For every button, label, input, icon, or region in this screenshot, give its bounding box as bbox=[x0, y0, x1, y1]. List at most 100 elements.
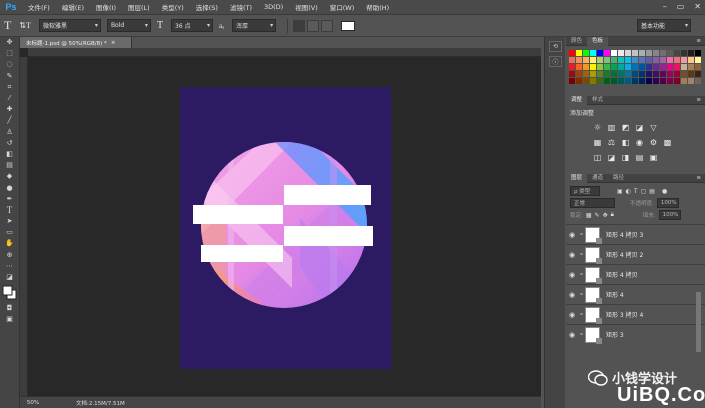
minimize-icon[interactable]: – bbox=[663, 2, 667, 11]
color-swatch[interactable] bbox=[639, 64, 645, 70]
zoom-level[interactable]: 50% bbox=[20, 400, 46, 406]
color-swatch[interactable] bbox=[695, 50, 701, 56]
zoom-tool-icon[interactable]: ⊕ bbox=[0, 250, 19, 261]
eye-icon[interactable]: ◉ bbox=[566, 311, 578, 319]
gradient-tool-icon[interactable]: ▤ bbox=[0, 160, 19, 171]
type-tool-icon[interactable]: T bbox=[4, 18, 11, 33]
panel-menu-icon[interactable]: ≡ bbox=[696, 38, 701, 44]
color-swatch[interactable] bbox=[604, 78, 610, 84]
close-icon[interactable]: × bbox=[111, 40, 116, 46]
color-swatch[interactable] bbox=[660, 64, 666, 70]
color-swatch[interactable] bbox=[681, 71, 687, 77]
color-swatch[interactable] bbox=[688, 78, 694, 84]
eyedropper-tool-icon[interactable]: ⁄ bbox=[0, 93, 19, 104]
tab-layers[interactable]: 图层 bbox=[566, 173, 588, 183]
eye-icon[interactable]: ◉ bbox=[566, 291, 578, 299]
lock-all-icon[interactable]: 🔒︎ bbox=[611, 211, 614, 219]
color-swatch[interactable] bbox=[653, 71, 659, 77]
quick-mask-icon[interactable]: ◘ bbox=[0, 303, 19, 314]
text-orientation-icon[interactable]: ⇅T bbox=[19, 21, 31, 30]
color-swatch[interactable] bbox=[576, 71, 582, 77]
color-swatch[interactable] bbox=[695, 71, 701, 77]
path-selection-tool-icon[interactable]: ➤ bbox=[0, 216, 19, 227]
menu-layer[interactable]: 图层(L) bbox=[122, 2, 156, 12]
eraser-tool-icon[interactable]: ◧ bbox=[0, 149, 19, 160]
color-swatch[interactable] bbox=[688, 71, 694, 77]
close-icon[interactable]: ✕ bbox=[694, 2, 701, 11]
color-swatch[interactable] bbox=[639, 57, 645, 63]
color-swatch[interactable] bbox=[632, 71, 638, 77]
color-swatch[interactable] bbox=[660, 57, 666, 63]
lock-paint-icon[interactable]: ✎ bbox=[595, 212, 600, 219]
color-swatch[interactable] bbox=[576, 78, 582, 84]
color-swatch[interactable] bbox=[625, 64, 631, 70]
color-swatch[interactable] bbox=[653, 78, 659, 84]
color-swatch[interactable] bbox=[611, 57, 617, 63]
posterize-icon[interactable]: ◪ bbox=[607, 153, 616, 162]
color-swatch[interactable] bbox=[618, 78, 624, 84]
color-swatch[interactable] bbox=[639, 78, 645, 84]
black-white-icon[interactable]: ◧ bbox=[621, 138, 630, 147]
color-swatch[interactable] bbox=[625, 57, 631, 63]
photo-filter-icon[interactable]: ◉ bbox=[635, 138, 644, 147]
color-swatch[interactable] bbox=[632, 57, 638, 63]
color-swatch[interactable] bbox=[653, 64, 659, 70]
layer-row[interactable]: ◉ ⌗ 矩形 4 拷贝 bbox=[566, 264, 705, 284]
color-swatch[interactable] bbox=[569, 64, 575, 70]
blend-mode-select[interactable]: 正常 bbox=[570, 198, 615, 208]
color-swatch[interactable] bbox=[681, 64, 687, 70]
filter-smart-icon[interactable]: ▤ bbox=[649, 188, 655, 195]
eye-icon[interactable]: ◉ bbox=[566, 231, 578, 239]
lock-pixels-icon[interactable]: ▦ bbox=[586, 212, 592, 219]
font-size-select[interactable]: 36 点 ▾ bbox=[171, 19, 214, 32]
color-swatch[interactable] bbox=[611, 50, 617, 56]
color-swatch[interactable] bbox=[695, 78, 701, 84]
color-swatch[interactable] bbox=[667, 78, 673, 84]
color-swatch[interactable] bbox=[590, 78, 596, 84]
color-swatch[interactable] bbox=[646, 71, 652, 77]
color-swatch[interactable] bbox=[667, 57, 673, 63]
tab-paths[interactable]: 路径 bbox=[608, 174, 629, 183]
filter-type-icon[interactable]: T bbox=[634, 188, 638, 195]
color-swatch[interactable] bbox=[695, 64, 701, 70]
hue-saturation-icon[interactable]: ▦ bbox=[593, 138, 602, 147]
color-swatch[interactable] bbox=[569, 57, 575, 63]
color-swatch[interactable] bbox=[667, 64, 673, 70]
color-swatch[interactable] bbox=[576, 57, 582, 63]
menu-image[interactable]: 图像(I) bbox=[90, 2, 122, 12]
color-swatch[interactable] bbox=[604, 71, 610, 77]
color-swatch[interactable] bbox=[583, 64, 589, 70]
color-picker-icon[interactable] bbox=[0, 283, 19, 303]
color-swatch[interactable] bbox=[674, 64, 680, 70]
marquee-tool-icon[interactable]: ⬚ bbox=[0, 48, 19, 59]
align-center-button[interactable] bbox=[307, 19, 320, 32]
lasso-tool-icon[interactable]: ◌ bbox=[0, 59, 19, 70]
align-right-button[interactable] bbox=[321, 19, 334, 32]
tab-swatches[interactable]: 色板 bbox=[587, 36, 609, 46]
color-swatch[interactable] bbox=[597, 57, 603, 63]
tab-color[interactable]: 颜色 bbox=[566, 37, 587, 46]
selective-color-icon[interactable]: ▣ bbox=[649, 153, 658, 162]
exposure-icon[interactable]: ◪ bbox=[635, 123, 644, 132]
menu-edit[interactable]: 编辑(E) bbox=[56, 2, 90, 12]
color-swatch[interactable] bbox=[667, 50, 673, 56]
hand-tool-icon[interactable]: ✋ bbox=[0, 238, 19, 249]
color-swatch[interactable] bbox=[660, 50, 666, 56]
more-tools-icon[interactable]: ⋯ bbox=[0, 261, 19, 272]
color-swatch[interactable] bbox=[639, 50, 645, 56]
color-swatch[interactable] bbox=[660, 78, 666, 84]
color-swatch[interactable] bbox=[681, 57, 687, 63]
font-style-select[interactable]: Bold ▾ bbox=[106, 19, 151, 32]
menu-filter[interactable]: 滤镜(T) bbox=[224, 2, 258, 12]
canvas[interactable] bbox=[30, 58, 540, 394]
menu-type[interactable]: 类型(Y) bbox=[156, 2, 190, 12]
panel-menu-icon[interactable]: ≡ bbox=[696, 175, 701, 181]
tab-adjustments[interactable]: 调整 bbox=[566, 95, 588, 105]
menu-help[interactable]: 帮助(H) bbox=[360, 2, 395, 12]
vibrance-icon[interactable]: ▽ bbox=[649, 123, 658, 132]
threshold-icon[interactable]: ◨ bbox=[621, 153, 630, 162]
layer-row[interactable]: ◉ ⌗ 矩形 4 拷贝 2 bbox=[566, 244, 705, 264]
color-swatch[interactable] bbox=[646, 57, 652, 63]
brush-tool-icon[interactable]: ╱ bbox=[0, 115, 19, 126]
color-swatch[interactable] bbox=[632, 64, 638, 70]
